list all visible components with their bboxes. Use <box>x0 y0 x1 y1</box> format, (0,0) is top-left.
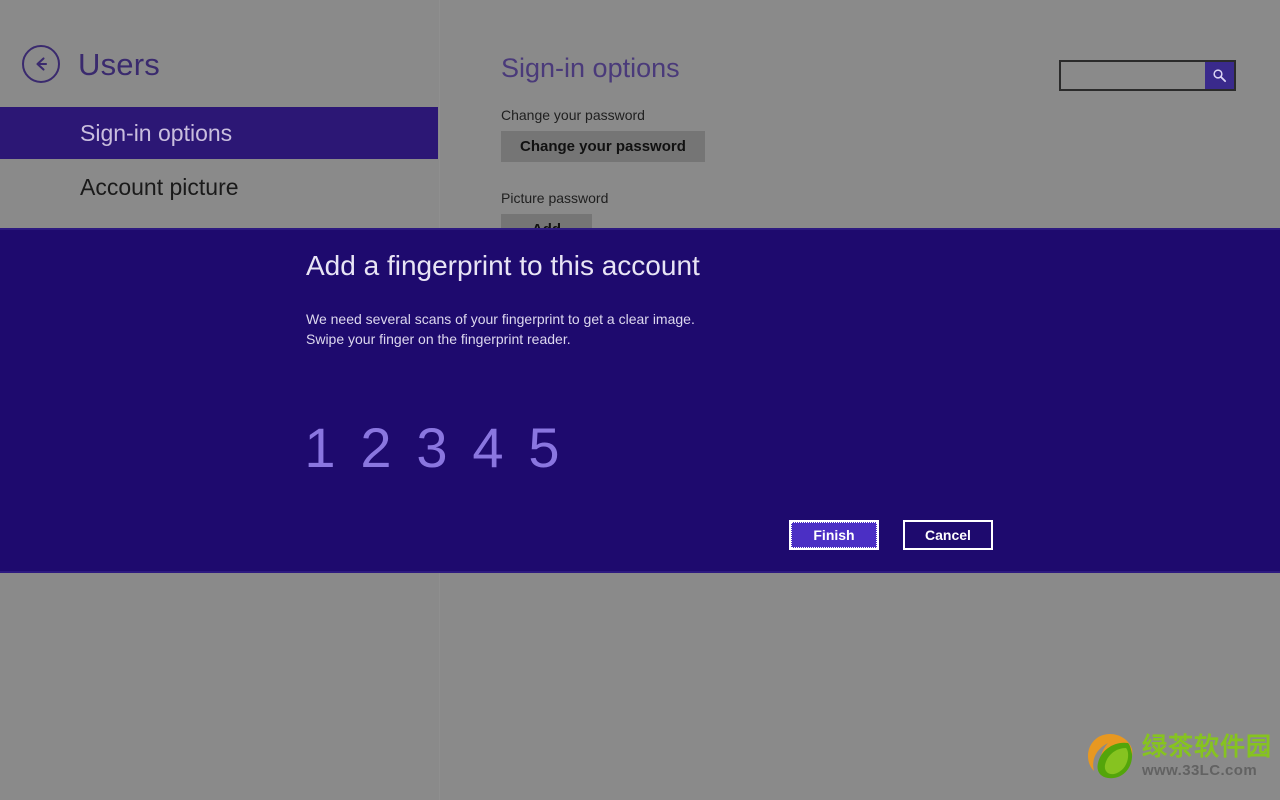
cancel-button[interactable]: Cancel <box>903 520 993 550</box>
search-icon[interactable] <box>1205 62 1234 89</box>
label-change-your-password: Change your password <box>501 107 645 123</box>
sidebar-item-account-picture[interactable]: Account picture <box>0 161 438 213</box>
sidebar-item-label: Sign-in options <box>80 120 232 147</box>
scan-step-3: 3 <box>415 420 449 476</box>
watermark-logo-icon <box>1084 730 1136 782</box>
content-title: Sign-in options <box>501 55 680 82</box>
change-password-button[interactable]: Change your password <box>501 131 705 162</box>
search-input[interactable] <box>1061 62 1205 89</box>
back-arrow-icon[interactable] <box>22 45 60 83</box>
watermark-name: 绿茶软件园 <box>1142 735 1272 760</box>
dialog-body-line-2: Swipe your finger on the fingerprint rea… <box>306 329 695 349</box>
search-box <box>1059 60 1236 91</box>
scan-counter: 1 2 3 4 5 <box>303 420 561 476</box>
sidebar-item-label: Account picture <box>80 174 239 201</box>
scan-step-1: 1 <box>303 420 337 476</box>
dialog-button-row: Finish Cancel <box>789 520 993 550</box>
add-fingerprint-dialog: Add a fingerprint to this account We nee… <box>0 228 1280 573</box>
dialog-body: We need several scans of your fingerprin… <box>306 309 695 349</box>
page-title: Users <box>78 49 160 80</box>
dialog-title: Add a fingerprint to this account <box>306 252 700 280</box>
watermark-text: 绿茶软件园 www.33LC.com <box>1142 735 1272 778</box>
label-picture-password: Picture password <box>501 190 608 206</box>
scan-step-2: 2 <box>359 420 393 476</box>
sidebar-item-sign-in-options[interactable]: Sign-in options <box>0 107 438 159</box>
watermark-url: www.33LC.com <box>1142 763 1272 778</box>
watermark: 绿茶软件园 www.33LC.com <box>1084 730 1272 782</box>
finish-button[interactable]: Finish <box>789 520 879 550</box>
scan-step-5: 5 <box>527 420 561 476</box>
scan-step-4: 4 <box>471 420 505 476</box>
dialog-body-line-1: We need several scans of your fingerprin… <box>306 309 695 329</box>
sidebar-header: Users <box>22 45 160 83</box>
